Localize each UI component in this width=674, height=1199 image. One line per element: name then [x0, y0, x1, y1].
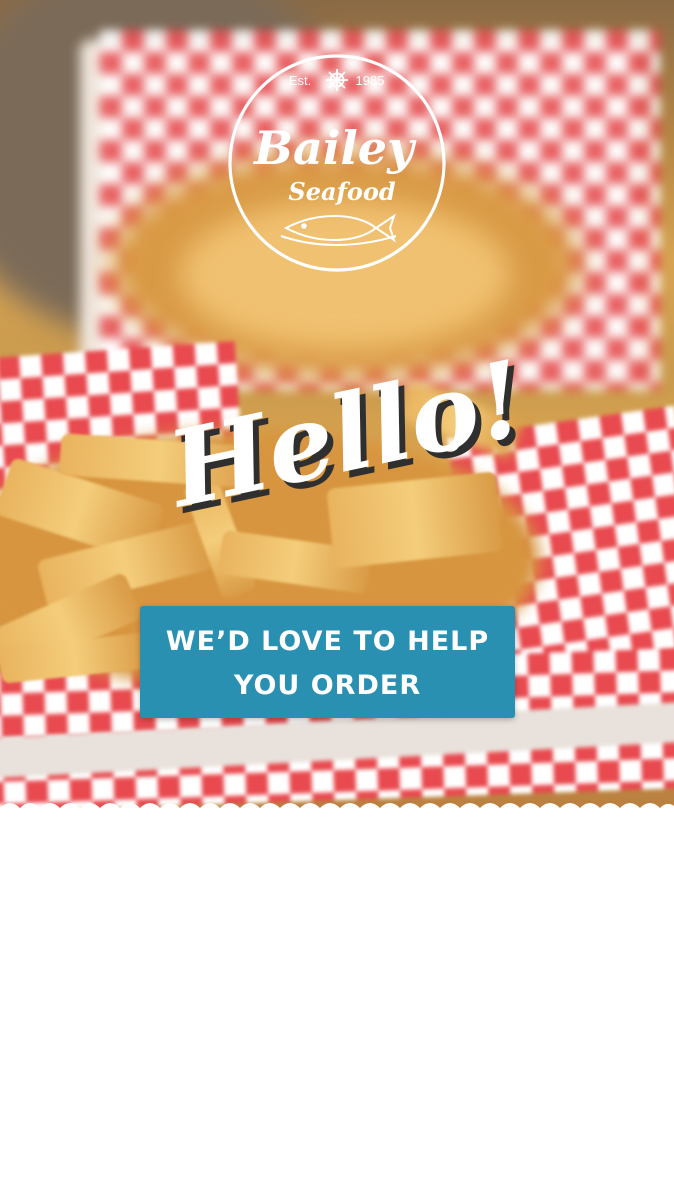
hello-heading: Hello! Hello!: [156, 336, 541, 530]
scalloped-edge: [0, 803, 674, 820]
est-year: 1985: [356, 73, 385, 88]
logo-name-line2: Seafood: [288, 177, 395, 206]
ship-wheel-icon: [326, 69, 348, 91]
logo-name-line1: Bailey: [252, 121, 417, 175]
content-area: [0, 820, 674, 1199]
fish-icon: [280, 213, 397, 246]
hero-banner: Est. 1985 Bailey Seafood Hello! Hello! W…: [0, 0, 674, 812]
bailey-seafood-logo: Est. 1985 Bailey Seafood: [228, 54, 446, 272]
est-label: Est.: [289, 73, 311, 88]
help-order-button[interactable]: WE’D LOVE TO HELP YOU ORDER: [140, 606, 515, 718]
